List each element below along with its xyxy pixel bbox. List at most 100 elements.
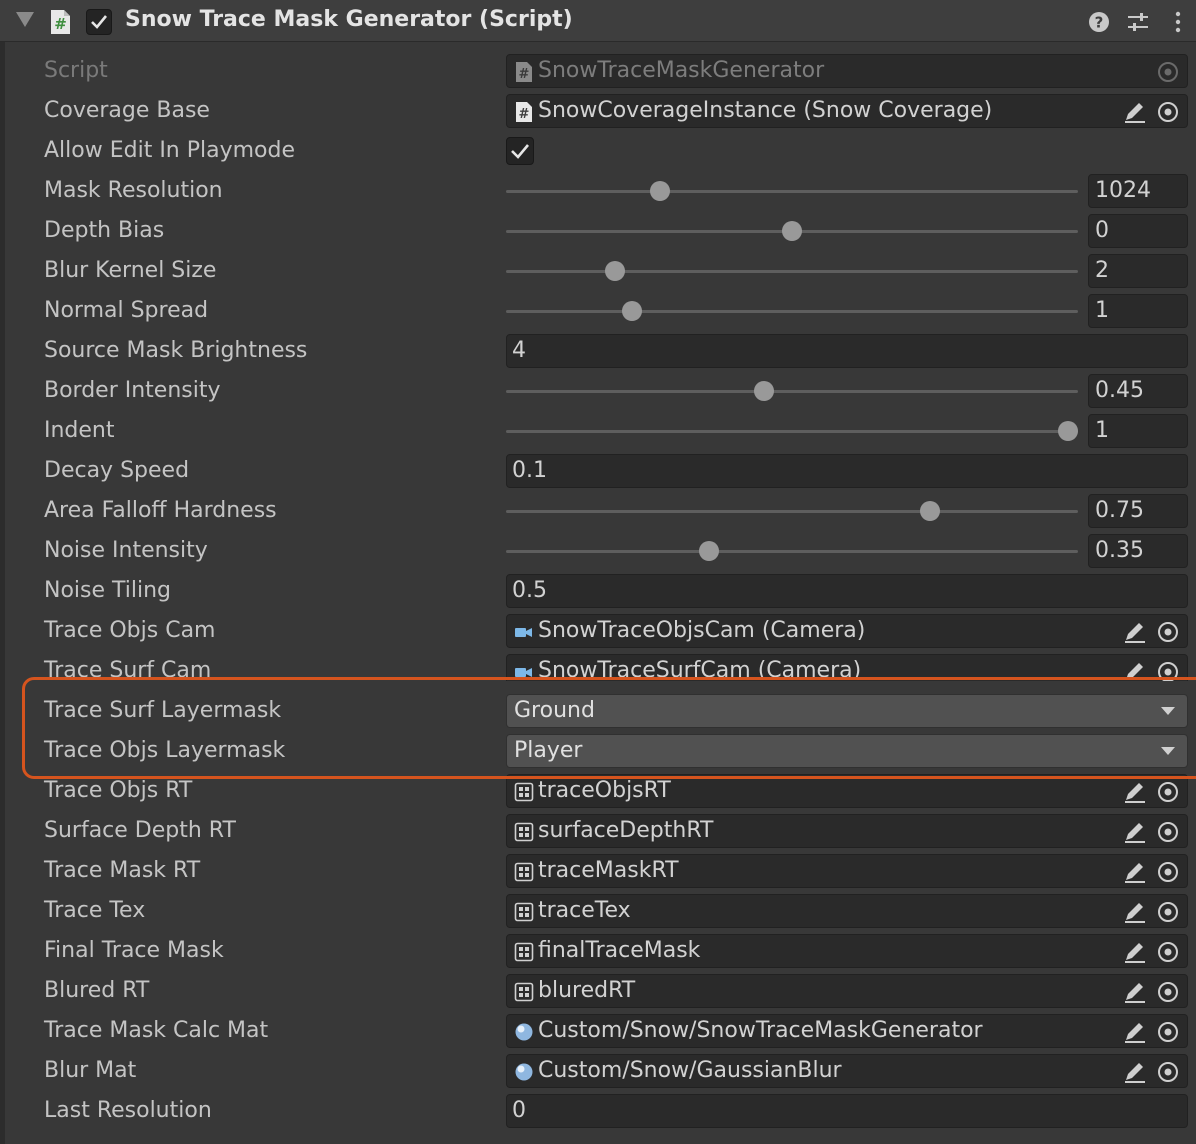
pencil-icon[interactable] (1123, 661, 1147, 681)
field-label: Surface Depth RT (44, 818, 236, 843)
foldout-arrow-icon[interactable] (16, 12, 34, 27)
slider-track[interactable] (506, 270, 1078, 273)
camera-icon (515, 628, 532, 637)
script-hash-icon: # (51, 10, 70, 34)
material-object-field[interactable]: Custom/Snow/GaussianBlur (506, 1054, 1188, 1088)
row-source-mask-brightness: Source Mask Brightness 4 (0, 331, 1196, 371)
pencil-icon[interactable] (1123, 101, 1147, 123)
trace-surf-layermask-dropdown[interactable]: Ground (506, 694, 1188, 728)
slider-track[interactable] (506, 310, 1078, 313)
pencil-icon[interactable] (1123, 821, 1147, 843)
number-field[interactable]: 0.35 (1088, 534, 1188, 568)
material-sphere-icon (515, 1063, 533, 1081)
trace-objs-layermask-dropdown[interactable]: Player (506, 734, 1188, 768)
field-label: Decay Speed (44, 458, 190, 483)
slider-track[interactable] (506, 390, 1078, 393)
pencil-icon[interactable] (1123, 981, 1147, 1003)
field-label: Coverage Base (44, 98, 210, 123)
slider-track[interactable] (506, 430, 1078, 433)
number-field[interactable]: 1 (1088, 294, 1188, 328)
camera-object-field[interactable]: SnowTraceObjsCam (Camera) (506, 614, 1188, 648)
row-depth-bias: Depth Bias 0 (0, 211, 1196, 251)
coverage-base-object-field[interactable]: # SnowCoverageInstance (Snow Coverage) (506, 94, 1188, 128)
object-picker-icon[interactable] (1156, 1060, 1180, 1084)
field-value: SnowTraceSurfCam (Camera) (538, 658, 862, 681)
float-field[interactable]: 4 (506, 334, 1188, 368)
pencil-icon[interactable] (1123, 781, 1147, 803)
slider-thumb[interactable] (621, 301, 642, 321)
field-value: traceObjsRT (538, 778, 671, 803)
pencil-icon[interactable] (1123, 621, 1147, 643)
object-picker-icon[interactable] (1156, 100, 1180, 124)
checkmark-icon (91, 15, 108, 29)
object-picker-icon[interactable] (1156, 860, 1180, 884)
pencil-icon[interactable] (1123, 1061, 1147, 1083)
number-field[interactable]: 0.45 (1088, 374, 1188, 408)
int-field[interactable]: 0 (506, 1094, 1188, 1128)
field-label: Source Mask Brightness (44, 338, 308, 363)
object-picker-icon[interactable] (1156, 660, 1180, 681)
pencil-icon[interactable] (1123, 861, 1147, 883)
help-icon[interactable]: ? (1087, 10, 1111, 34)
render-texture-object-field[interactable]: traceMaskRT (506, 854, 1188, 888)
row-blured-rt: Blured RT bluredRT (0, 971, 1196, 1011)
pencil-icon[interactable] (1123, 901, 1147, 923)
slider-thumb[interactable] (754, 381, 775, 401)
number-field[interactable]: 0.75 (1088, 494, 1188, 528)
field-label: Depth Bias (44, 218, 165, 243)
slider-track[interactable] (506, 550, 1078, 553)
script-hash-icon: # (516, 102, 532, 122)
field-value: SnowTraceMaskGenerator (538, 58, 825, 83)
render-texture-object-field[interactable]: finalTraceMask (506, 934, 1188, 968)
row-trace-mask-rt: Trace Mask RT traceMaskRT (0, 851, 1196, 891)
row-mask-resolution: Mask Resolution 1024 (0, 171, 1196, 211)
camera-object-field[interactable]: SnowTraceSurfCam (Camera) (506, 654, 1188, 681)
render-texture-object-field[interactable]: surfaceDepthRT (506, 814, 1188, 848)
number-field[interactable]: 2 (1088, 254, 1188, 288)
row-trace-surf-layermask: Trace Surf Layermask Ground (0, 691, 1196, 731)
dropdown-value: Ground (514, 698, 595, 723)
render-texture-object-field[interactable]: traceTex (506, 894, 1188, 928)
float-field[interactable]: 0.1 (506, 454, 1188, 488)
object-picker-icon[interactable] (1156, 940, 1180, 964)
float-field[interactable]: 0.5 (506, 574, 1188, 608)
number-field[interactable]: 1024 (1088, 174, 1188, 208)
pencil-icon[interactable] (1123, 941, 1147, 963)
slider-thumb[interactable] (920, 501, 940, 521)
slider-thumb[interactable] (605, 261, 626, 281)
field-value: 1 (1095, 298, 1109, 323)
slider-track[interactable] (506, 510, 1078, 513)
field-label: Trace Surf Layermask (44, 698, 282, 723)
field-value: 1 (1095, 418, 1109, 443)
number-field[interactable]: 0 (1088, 214, 1188, 248)
slider-track[interactable] (506, 190, 1078, 193)
row-decay-speed: Decay Speed 0.1 (0, 451, 1196, 491)
material-object-field[interactable]: Custom/Snow/SnowTraceMaskGenerator (506, 1014, 1188, 1048)
kebab-menu-icon[interactable] (1166, 10, 1190, 34)
row-blur-kernel-size: Blur Kernel Size 2 (0, 251, 1196, 291)
allow-edit-checkbox[interactable] (506, 137, 534, 165)
number-field[interactable]: 1 (1088, 414, 1188, 448)
object-picker-icon[interactable] (1156, 820, 1180, 844)
preset-sliders-icon[interactable] (1126, 10, 1150, 34)
render-texture-icon (514, 782, 534, 802)
object-picker-icon[interactable] (1156, 900, 1180, 924)
render-texture-object-field[interactable]: bluredRT (506, 974, 1188, 1008)
slider-thumb[interactable] (699, 541, 720, 561)
render-texture-object-field[interactable]: traceObjsRT (506, 774, 1188, 808)
chevron-down-icon (1161, 707, 1175, 715)
slider-thumb[interactable] (649, 181, 670, 201)
row-noise-tiling: Noise Tiling 0.5 (0, 571, 1196, 611)
slider-thumb[interactable] (1058, 421, 1078, 441)
field-value: 0.1 (512, 458, 547, 483)
row-noise-intensity: Noise Intensity 0.35 (0, 531, 1196, 571)
object-picker-icon[interactable] (1156, 780, 1180, 804)
object-picker-icon[interactable] (1156, 620, 1180, 644)
svg-text:#: # (519, 67, 530, 82)
row-allow-edit-in-playmode: Allow Edit In Playmode (0, 131, 1196, 171)
pencil-icon[interactable] (1123, 1021, 1147, 1043)
object-picker-icon[interactable] (1156, 1020, 1180, 1044)
component-enabled-checkbox[interactable] (86, 9, 112, 35)
slider-thumb[interactable] (782, 221, 802, 241)
object-picker-icon[interactable] (1156, 980, 1180, 1004)
